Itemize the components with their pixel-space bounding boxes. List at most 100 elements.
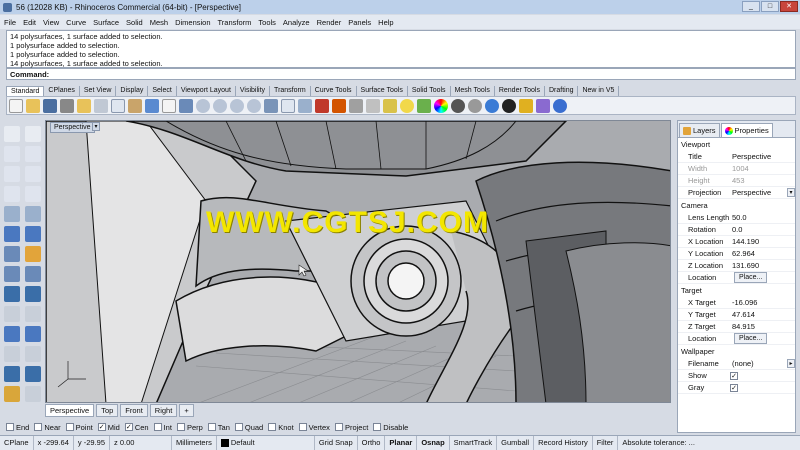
tab-mesh-tools[interactable]: Mesh Tools (451, 86, 495, 96)
osnap-project[interactable]: Project (334, 423, 368, 432)
y-target-field[interactable]: 47.614 (730, 310, 795, 319)
car-icon[interactable] (536, 98, 550, 113)
osnap-near[interactable]: Near (34, 423, 61, 432)
place-target-button[interactable]: Place... (734, 333, 768, 344)
osnap-end[interactable]: End (6, 423, 29, 432)
unlock-icon[interactable] (383, 98, 397, 113)
menu-edit[interactable]: Edit (23, 18, 36, 27)
dimension-icon[interactable] (4, 346, 20, 362)
osnap-quad[interactable]: Quad (234, 423, 263, 432)
extrude-icon[interactable] (25, 206, 41, 222)
layer-icon[interactable] (417, 98, 431, 113)
checkbox[interactable] (334, 423, 343, 431)
tab-viewport-layout[interactable]: Viewport Layout (177, 86, 236, 96)
viewport-menu-arrow-icon[interactable]: ▾ (92, 122, 100, 131)
tab-transform[interactable]: Transform (270, 86, 311, 96)
browse-icon[interactable]: ▸ (787, 359, 795, 368)
tab-set-view[interactable]: Set View (80, 86, 117, 96)
lock-icon[interactable] (366, 98, 380, 113)
show-icon[interactable] (349, 98, 363, 113)
checkbox[interactable] (34, 423, 43, 431)
trim-icon[interactable] (4, 306, 20, 322)
tab-render-tools[interactable]: Render Tools (495, 86, 545, 96)
viewport-tab-top[interactable]: Top (96, 404, 119, 417)
rectangle-icon[interactable] (4, 186, 20, 202)
box-icon[interactable] (4, 226, 20, 242)
z-target-field[interactable]: 84.915 (730, 322, 795, 331)
point-icon[interactable] (25, 126, 41, 142)
status-units[interactable]: Millimeters (172, 436, 217, 450)
text-icon[interactable] (25, 346, 41, 362)
place-camera-button[interactable]: Place... (734, 272, 768, 283)
select-icon[interactable] (315, 98, 329, 113)
minimize-button[interactable]: _ (742, 1, 760, 12)
viewport-tab-right[interactable]: Right (149, 404, 178, 417)
offset-icon[interactable] (25, 266, 41, 282)
polygon-icon[interactable] (25, 186, 41, 202)
sphere-solid-icon[interactable] (25, 226, 41, 242)
checkbox[interactable] (234, 423, 243, 431)
circle-icon[interactable] (4, 166, 20, 182)
save-icon[interactable] (43, 98, 57, 113)
hide-icon[interactable] (332, 98, 346, 113)
tab-solid-tools[interactable]: Solid Tools (408, 86, 451, 96)
surface-icon[interactable] (4, 206, 20, 222)
osnap-knot[interactable]: Knot (268, 423, 294, 432)
planar-toggle[interactable]: Planar (385, 436, 418, 450)
menu-render[interactable]: Render (317, 18, 342, 27)
osnap-perp[interactable]: Perp (176, 423, 203, 432)
checkbox[interactable] (6, 423, 14, 431)
grid-snap-toggle[interactable]: Grid Snap (315, 436, 358, 450)
undo-icon[interactable] (145, 98, 159, 113)
checkbox[interactable] (65, 423, 74, 431)
tab-drafting[interactable]: Drafting (545, 86, 579, 96)
undo-view-icon[interactable] (264, 98, 278, 113)
tab-surface-tools[interactable]: Surface Tools (357, 86, 408, 96)
checkbox[interactable] (298, 423, 307, 431)
array-icon[interactable] (25, 366, 41, 382)
color-wheel-icon[interactable] (434, 98, 448, 113)
viewport-tab-front[interactable]: Front (120, 404, 148, 417)
osnap-toggle[interactable]: Osnap (417, 436, 450, 450)
gumball-toggle[interactable]: Gumball (497, 436, 535, 450)
viewport-tab-perspective[interactable]: Perspective (45, 404, 95, 417)
x-location-field[interactable]: 144.190 (730, 237, 795, 246)
menu-transform[interactable]: Transform (218, 18, 252, 27)
menu-file[interactable]: File (4, 18, 16, 27)
tab-properties[interactable]: Properties (720, 123, 773, 137)
osnap-int[interactable]: Int (153, 423, 172, 432)
menu-view[interactable]: View (43, 18, 59, 27)
analyze-icon[interactable] (4, 386, 20, 402)
viewport-title[interactable]: Perspective (50, 122, 95, 133)
checkbox[interactable] (373, 423, 382, 431)
four-view-icon[interactable] (281, 98, 295, 113)
boolean-icon[interactable] (25, 246, 41, 262)
select-arrow-icon[interactable] (4, 126, 20, 142)
command-input[interactable]: Command: (6, 68, 796, 80)
ortho-toggle[interactable]: Ortho (358, 436, 386, 450)
join-icon[interactable] (25, 326, 41, 342)
maximize-button[interactable]: □ (761, 1, 779, 12)
checkbox-checked[interactable]: ✓ (124, 423, 133, 431)
osnap-vertex[interactable]: Vertex (298, 423, 330, 432)
record-history-toggle[interactable]: Record History (534, 436, 593, 450)
rotation-field[interactable]: 0.0 (730, 225, 795, 234)
title-field[interactable]: Perspective (730, 152, 795, 161)
paste-icon[interactable] (128, 98, 142, 113)
tab-select[interactable]: Select (148, 86, 177, 96)
checkbox[interactable] (176, 423, 185, 431)
menu-mesh[interactable]: Mesh (150, 18, 168, 27)
block-icon[interactable] (25, 386, 41, 402)
checkbox[interactable] (153, 423, 162, 431)
checkbox[interactable] (268, 423, 277, 431)
projection-select[interactable]: Perspective (730, 188, 783, 197)
menu-panels[interactable]: Panels (348, 18, 371, 27)
show-checkbox[interactable]: ✓ (730, 371, 738, 380)
move-icon[interactable] (4, 286, 20, 302)
tab-display[interactable]: Display (116, 86, 149, 96)
group-icon[interactable] (4, 366, 20, 382)
tab-new-in-v5[interactable]: New in V5 (578, 86, 620, 96)
open-icon[interactable] (26, 98, 40, 113)
perspective-viewport[interactable]: Perspective ▾ WWW.CGTSJ.COM (45, 120, 671, 403)
light-icon[interactable] (400, 98, 414, 113)
